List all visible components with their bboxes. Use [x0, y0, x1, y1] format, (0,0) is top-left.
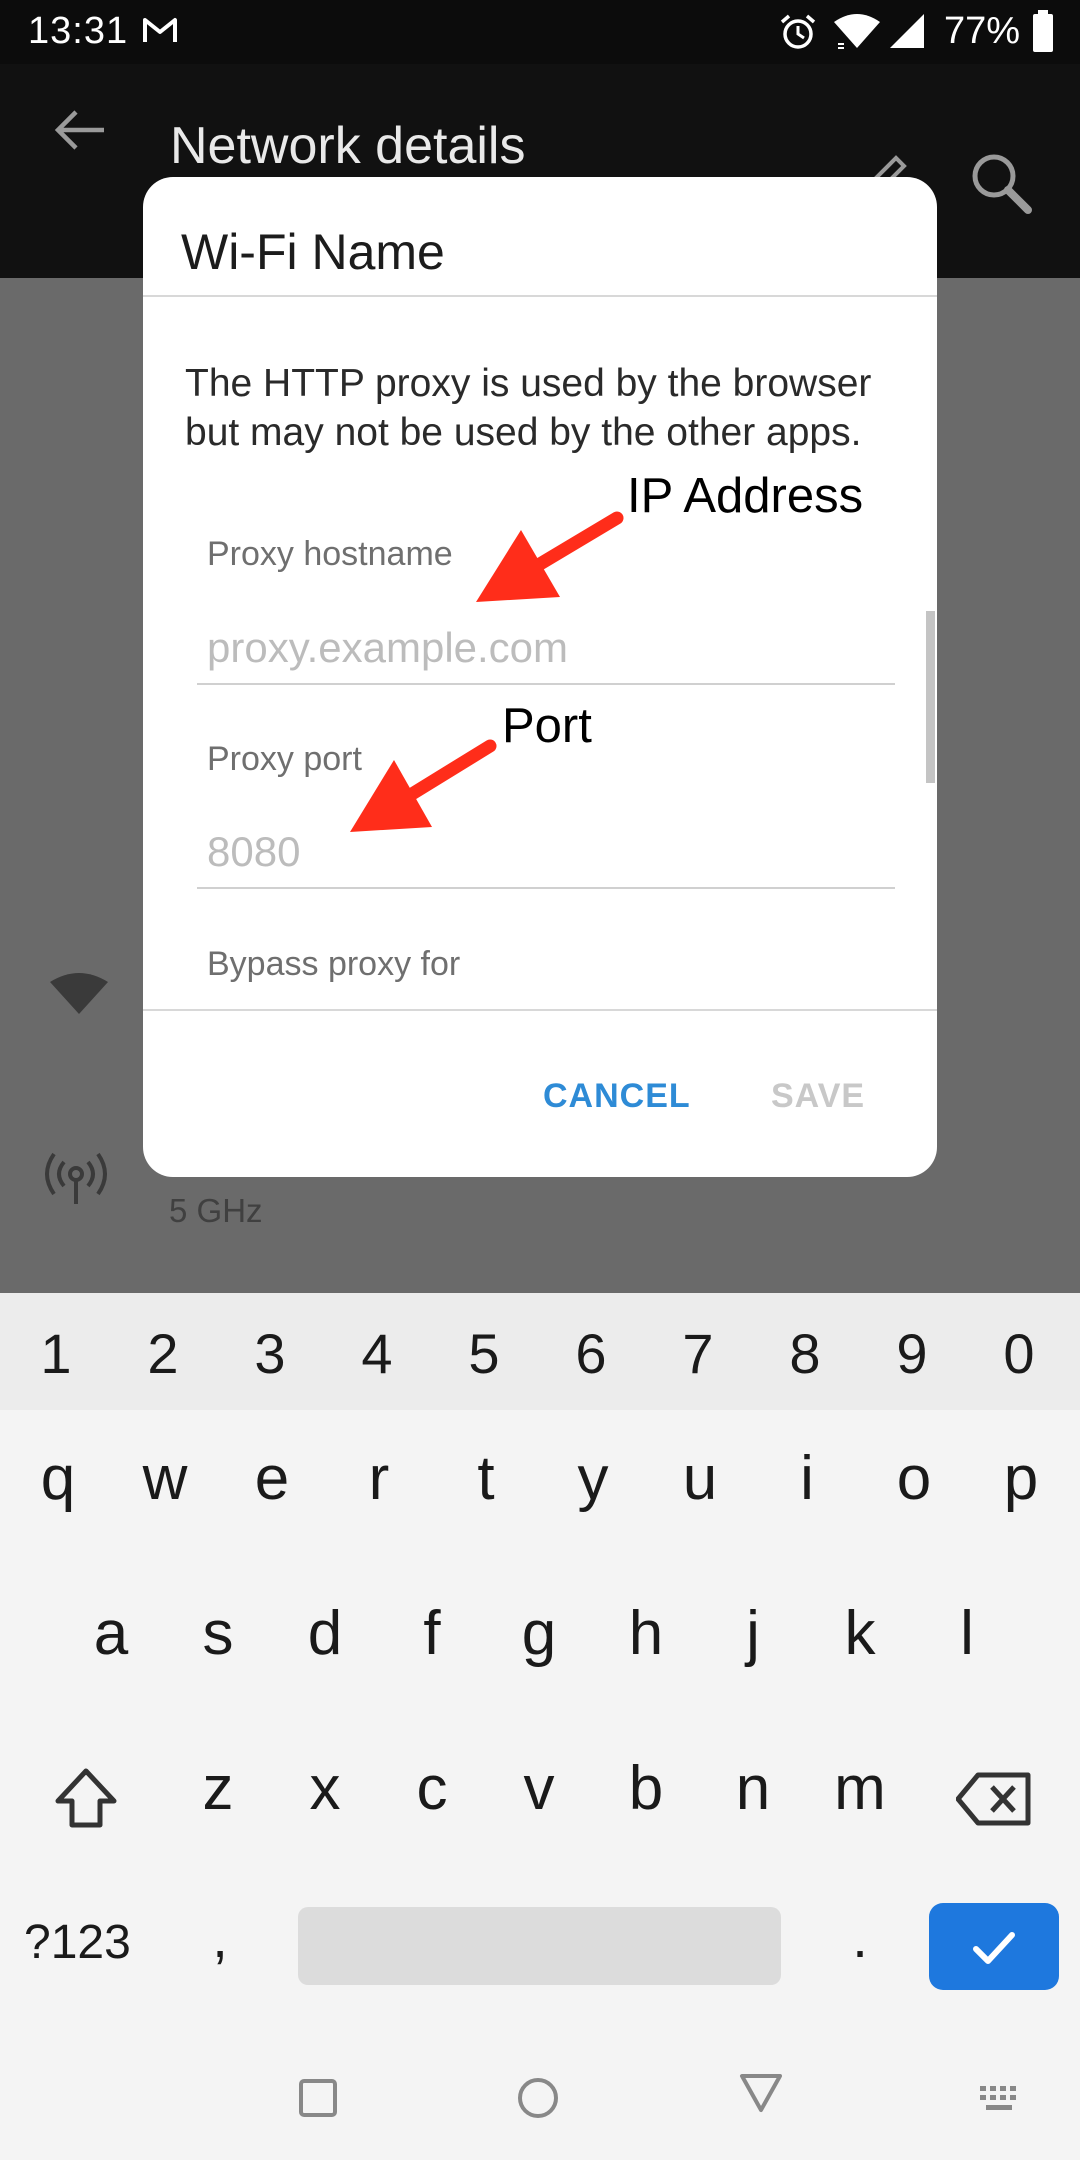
key-f[interactable]: f [380, 1598, 484, 1669]
key-t[interactable]: t [434, 1443, 538, 1514]
key-r[interactable]: r [327, 1443, 431, 1514]
key-l[interactable]: l [915, 1598, 1019, 1669]
key-5[interactable]: 5 [430, 1321, 538, 1386]
key-n[interactable]: n [701, 1753, 805, 1824]
gmail-icon [143, 18, 177, 42]
key-4[interactable]: 4 [323, 1321, 431, 1386]
proxy-port-label: Proxy port [207, 740, 362, 778]
key-a[interactable]: a [59, 1598, 163, 1669]
symbols-key[interactable]: ?123 [24, 1915, 154, 1970]
key-x[interactable]: x [273, 1753, 377, 1824]
search-icon[interactable] [968, 150, 1034, 216]
key-1[interactable]: 1 [2, 1321, 110, 1386]
bypass-proxy-label: Bypass proxy for [207, 945, 461, 983]
alarm-icon [780, 14, 816, 49]
home-icon[interactable] [516, 2076, 560, 2120]
signal-icon [890, 14, 924, 48]
key-6[interactable]: 6 [537, 1321, 645, 1386]
key-y[interactable]: y [541, 1443, 645, 1514]
frequency-label: 5 GHz [169, 1192, 263, 1229]
key-z[interactable]: z [166, 1753, 270, 1824]
period-key[interactable]: . [840, 1905, 880, 1970]
key-8[interactable]: 8 [751, 1321, 859, 1386]
annotation-ip-address: IP Address [627, 469, 864, 523]
number-row: 1234567890 [0, 1293, 1080, 1410]
keyboard-switch-icon[interactable] [978, 2084, 1022, 2114]
key-o[interactable]: o [862, 1443, 966, 1514]
soft-keyboard: 1234567890 qwertyuiop asdfghjkl zxcvbnm … [0, 1293, 1080, 2022]
antenna-icon [45, 1152, 107, 1204]
key-9[interactable]: 9 [858, 1321, 966, 1386]
wifi-icon [50, 973, 108, 1014]
key-k[interactable]: k [808, 1598, 912, 1669]
app-title: Network details [170, 117, 526, 175]
back-triangle-icon[interactable] [738, 2070, 784, 2116]
navigation-bar [0, 2022, 1080, 2160]
key-v[interactable]: v [487, 1753, 591, 1824]
checkmark-icon [973, 1932, 1015, 1964]
enter-key[interactable] [929, 1903, 1059, 1990]
annotation-port: Port [502, 699, 592, 753]
key-u[interactable]: u [648, 1443, 752, 1514]
dialog-message: The HTTP proxy is used by the browser bu… [185, 362, 872, 454]
space-key[interactable] [298, 1907, 781, 1985]
save-button[interactable]: SAVE [771, 1077, 865, 1116]
recents-icon[interactable] [298, 2078, 338, 2118]
key-p[interactable]: p [969, 1443, 1073, 1514]
dialog-title: Wi-Fi Name [181, 224, 445, 280]
dialog-divider [143, 295, 937, 297]
cancel-button[interactable]: CANCEL [543, 1077, 691, 1116]
key-h[interactable]: h [594, 1598, 698, 1669]
status-time: 13:31 [28, 10, 129, 52]
dialog-scrollbar[interactable] [926, 611, 935, 783]
key-s[interactable]: s [166, 1598, 270, 1669]
backspace-key-icon[interactable] [956, 1771, 1032, 1827]
key-i[interactable]: i [755, 1443, 859, 1514]
proxy-hostname-input[interactable] [197, 613, 895, 685]
key-0[interactable]: 0 [965, 1321, 1073, 1386]
proxy-port-input[interactable] [197, 817, 895, 889]
key-w[interactable]: w [113, 1443, 217, 1514]
battery-percent: 77% [944, 10, 1021, 52]
key-b[interactable]: b [594, 1753, 698, 1824]
key-3[interactable]: 3 [216, 1321, 324, 1386]
battery-icon [1033, 10, 1053, 52]
wifi-icon [834, 14, 880, 49]
back-arrow-icon[interactable] [50, 100, 110, 160]
comma-key[interactable]: , [200, 1905, 240, 1970]
shift-key-icon[interactable] [50, 1763, 122, 1835]
key-d[interactable]: d [273, 1598, 377, 1669]
key-g[interactable]: g [487, 1598, 591, 1669]
proxy-dialog: Wi-Fi Name The HTTP proxy is used by the… [143, 177, 937, 1177]
proxy-hostname-label: Proxy hostname [207, 535, 453, 573]
key-c[interactable]: c [380, 1753, 484, 1824]
dialog-divider [143, 1009, 937, 1011]
status-bar: 13:31 77% [0, 0, 1080, 64]
key-q[interactable]: q [6, 1443, 110, 1514]
key-j[interactable]: j [701, 1598, 805, 1669]
key-m[interactable]: m [808, 1753, 912, 1824]
key-e[interactable]: e [220, 1443, 324, 1514]
key-7[interactable]: 7 [644, 1321, 752, 1386]
key-2[interactable]: 2 [109, 1321, 217, 1386]
